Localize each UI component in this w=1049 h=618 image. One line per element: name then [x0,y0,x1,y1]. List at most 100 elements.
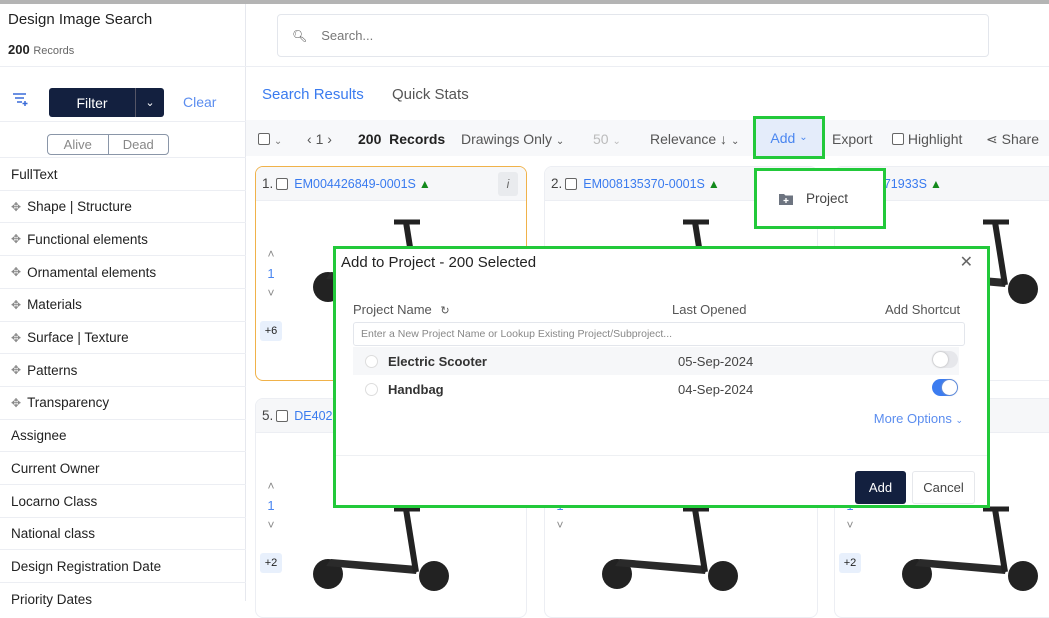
filter-dropdown-button[interactable]: ⌄ [135,88,164,117]
drag-handle-icon[interactable]: ✥ [11,331,21,345]
card-checkbox[interactable] [565,177,578,190]
sidebar-item-transparency[interactable]: ✥ Transparency [0,385,246,419]
status-alive-icon: ▲ [707,176,720,191]
select-all-checkbox[interactable]: ⌄ [258,131,282,147]
card-index: 5. [262,408,274,423]
shortcut-toggle[interactable] [932,379,958,396]
sort-dropdown[interactable]: Relevance ↓ ⌄ [650,131,739,147]
results-count-value: 200 [358,131,382,147]
more-images-badge[interactable]: +2 [839,553,861,573]
cancel-button[interactable]: Cancel [912,471,975,504]
more-images-badge[interactable]: +2 [260,553,282,573]
add-menu-item-project[interactable]: Project [754,168,886,229]
highlight-checkbox[interactable]: Highlight [892,131,962,147]
sidebar-item-label: Ornamental elements [27,264,157,280]
card-id-link[interactable]: DE402 [294,409,332,423]
sidebar-item-label: National class [11,526,96,542]
sidebar-item-label: Transparency [27,395,110,411]
card-id-link[interactable]: EM004426849-0001S [294,177,416,191]
sidebar-item-design-registration-date[interactable]: Design Registration Date [0,549,246,582]
more-images-badge[interactable]: +6 [260,321,282,341]
divider [0,121,246,122]
highlight-label: Highlight [907,131,963,147]
card-index: 2. [551,176,563,191]
export-button[interactable]: Export [832,131,872,147]
chevron-down-icon[interactable]: ˅ [553,518,567,532]
chevron-up-icon[interactable]: ˄ [264,247,278,261]
drag-handle-icon[interactable]: ✥ [11,298,21,312]
info-icon[interactable]: i [498,172,518,196]
per-page-dropdown[interactable]: 50 ⌄ [593,131,621,147]
alive-option[interactable]: Alive [48,135,109,154]
drawings-filter-dropdown[interactable]: Drawings Only ⌄ [461,131,564,147]
add-filter-icon[interactable] [12,92,30,106]
chevron-down-icon[interactable]: ˅ [264,286,278,300]
share-button[interactable]: ⋖ Share [986,131,1039,148]
project-radio[interactable] [365,354,378,368]
refresh-icon[interactable]: ↻ [440,305,449,317]
sidebar-item-fulltext[interactable]: FullText [0,157,246,190]
search-input[interactable]: 🔍︎ Search... [277,14,989,57]
add-button[interactable]: Add [855,471,906,504]
dead-option[interactable]: Dead [109,135,169,154]
scooter-image [902,506,1038,591]
chevron-down-icon: ⌄ [955,415,963,425]
card-index: 1. [262,176,274,191]
image-page: 1 [267,498,275,513]
last-opened-header: Last Opened [672,302,747,317]
tab-search-results[interactable]: Search Results [262,86,364,103]
sidebar-item-surface-texture[interactable]: ✥ Surface | Texture [0,320,246,354]
close-icon[interactable]: ✕ [960,252,973,272]
tab-quick-stats[interactable]: Quick Stats [392,86,469,103]
project-name-input[interactable]: Enter a New Project Name or Lookup Exist… [353,322,965,346]
sidebar-item-label: FullText [11,166,58,182]
sidebar-item-label: Design Registration Date [11,558,162,574]
project-label: Project [806,191,849,206]
chevron-down-icon: ⌄ [555,136,565,147]
card-checkbox[interactable] [276,177,289,190]
chevron-down-icon: ⌄ [730,136,740,147]
sidebar-item-assignee[interactable]: Assignee [0,418,246,452]
drag-handle-icon[interactable]: ✥ [11,396,21,410]
sidebar-item-national-class[interactable]: National class [0,516,246,550]
prev-page-icon[interactable]: ‹ [307,131,312,147]
image-page: 1 [267,266,275,281]
sidebar-item-functional-elements[interactable]: ✥ Functional elements [0,222,246,255]
filter-button[interactable]: Filter [49,88,135,117]
card-id-link[interactable]: EM008135370-0001S [583,177,705,191]
sidebar-item-ornamental-elements[interactable]: ✥ Ornamental elements [0,255,246,288]
more-options-link[interactable]: More Options ⌄ [874,411,963,426]
next-page-icon[interactable]: › [327,131,332,147]
sidebar-item-label: Shape | Structure [27,199,132,215]
chevron-down-icon: ⌄ [273,136,283,147]
chevron-up-icon[interactable]: ˄ [264,479,278,493]
card-checkbox[interactable] [276,409,289,422]
sidebar-item-label: Materials [27,297,82,313]
sidebar-item-label: Surface | Texture [27,330,129,345]
dialog-title: Add to Project - 200 Selected [341,254,537,271]
project-radio[interactable] [365,382,378,396]
share-label: Share [1001,131,1039,147]
drag-handle-icon[interactable]: ✥ [11,265,21,279]
project-name: Electric Scooter [388,353,487,369]
chevron-down-icon[interactable]: ˅ [843,518,857,532]
sidebar-item-priority-dates[interactable]: Priority Dates [0,582,246,615]
shortcut-toggle[interactable] [932,351,958,368]
clear-button[interactable]: Clear [183,94,216,110]
project-row[interactable]: Handbag 04-Sep-2024 [353,375,959,403]
chevron-down-icon[interactable]: ˅ [264,518,278,532]
sidebar-item-label: Priority Dates [11,591,93,607]
folder-plus-icon [779,193,793,205]
sidebar-item-patterns[interactable]: ✥ Patterns [0,353,246,386]
add-label: Add [770,129,796,146]
sidebar-item-locarno-class[interactable]: Locarno Class [0,484,246,517]
drag-handle-icon[interactable]: ✥ [11,363,21,377]
drag-handle-icon[interactable]: ✥ [11,200,21,214]
sidebar-item-materials[interactable]: ✥ Materials [0,287,246,321]
project-row[interactable]: Electric Scooter 05-Sep-2024 [353,347,959,375]
sidebar-item-shape-structure[interactable]: ✥ Shape | Structure [0,189,246,223]
add-dropdown-button[interactable]: Add ⌄ [753,116,825,159]
sidebar-item-current-owner[interactable]: Current Owner [0,451,246,484]
divider [336,455,987,456]
drag-handle-icon[interactable]: ✥ [11,232,21,246]
